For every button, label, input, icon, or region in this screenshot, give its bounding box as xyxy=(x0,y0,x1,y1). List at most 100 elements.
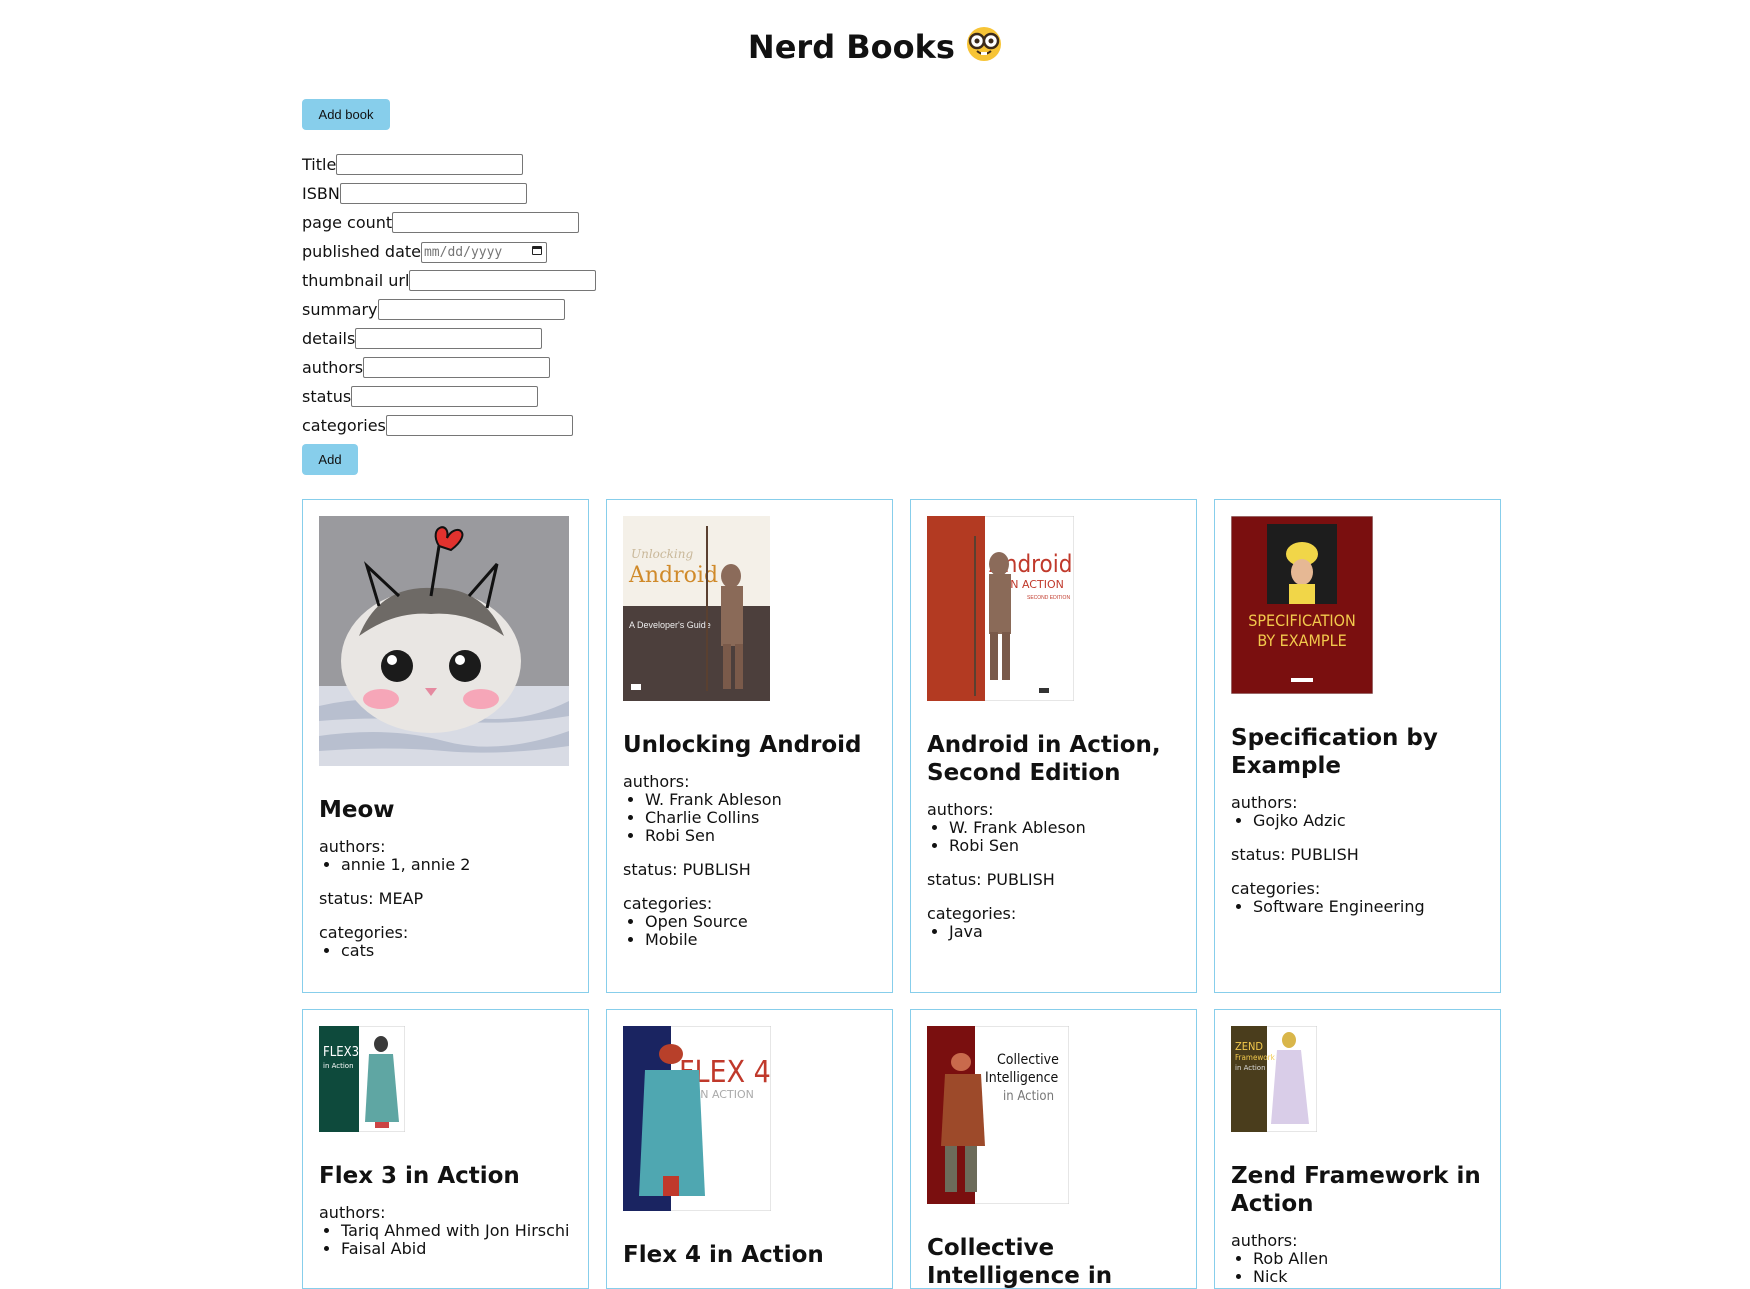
status-label: status xyxy=(302,387,352,406)
published-date-input[interactable] xyxy=(420,241,547,263)
author-item: Nick xyxy=(1253,1268,1484,1286)
book-title: Specification by Example xyxy=(1231,725,1438,779)
status-input[interactable] xyxy=(351,386,539,407)
form-row-status: status xyxy=(302,382,596,411)
svg-text:BY EXAMPLE: BY EXAMPLE xyxy=(1257,631,1346,650)
page-count-input[interactable] xyxy=(392,212,580,233)
svg-text:SECOND EDITION: SECOND EDITION xyxy=(1027,595,1070,601)
book-cover-image: FLEX3 in Action xyxy=(318,1025,572,1136)
category-item: Software Engineering xyxy=(1253,898,1484,916)
book-cover-image: Unlocking Android A Developer's Guide xyxy=(622,515,876,705)
svg-text:in Action: in Action xyxy=(1003,1089,1054,1104)
author-item: annie 1, annie 2 xyxy=(341,856,572,874)
authors-heading: authors: xyxy=(927,800,994,819)
book-cover-image xyxy=(319,516,572,770)
categories-input[interactable] xyxy=(385,415,573,436)
nerd-face-icon xyxy=(967,27,1002,61)
authors-heading: authors: xyxy=(319,1203,386,1222)
published-date-wrap xyxy=(420,241,547,263)
author-item: Robi Sen xyxy=(949,837,1180,855)
authors-list: W. Frank AblesonRobi Sen xyxy=(927,819,1180,855)
book-title: Meow xyxy=(319,797,395,823)
author-item: Robi Sen xyxy=(645,827,876,845)
thumbnail-url-input[interactable] xyxy=(409,270,597,291)
details-label: details xyxy=(302,329,356,348)
isbn-input[interactable] xyxy=(339,183,527,204)
author-item: W. Frank Ableson xyxy=(645,791,876,809)
form-row-page-count: page count xyxy=(302,208,596,237)
add-button[interactable]: Add xyxy=(302,444,358,475)
title-label: Title xyxy=(302,155,337,174)
form-row-details: details xyxy=(302,324,596,353)
page-count-label: page count xyxy=(302,213,393,232)
details-input[interactable] xyxy=(355,328,543,349)
categories-list: cats xyxy=(319,942,572,960)
cover-text: Unlocking xyxy=(631,547,693,561)
add-book-button[interactable]: Add book xyxy=(302,99,390,130)
book-title: Flex 4 in Action xyxy=(623,1242,824,1268)
book-status: status: PUBLISH xyxy=(1231,845,1359,864)
book-title: Android in Action, Second Edition xyxy=(927,732,1161,786)
form-row-isbn: ISBN xyxy=(302,179,596,208)
book-card: Android IN ACTION SECOND EDITION Android… xyxy=(910,499,1197,993)
category-item: cats xyxy=(341,942,572,960)
book-card: FLEX 4 IN ACTION Flex 4 in Action xyxy=(606,1009,893,1289)
category-item: Mobile xyxy=(645,931,876,949)
authors-list: Rob AllenNick xyxy=(1231,1250,1484,1286)
calendar-icon[interactable] xyxy=(531,245,542,255)
svg-text:Collective: Collective xyxy=(997,1052,1059,1068)
category-item: Java xyxy=(949,923,1180,941)
book-cover-image: FLEX 4 IN ACTION xyxy=(622,1025,876,1215)
book-cover-image: Collective Intelligence in Action xyxy=(926,1025,1180,1208)
author-item: Rob Allen xyxy=(1253,1250,1484,1268)
page-title: Nerd Books xyxy=(0,26,1750,66)
form-row-summary: summary xyxy=(302,295,596,324)
author-item: Gojko Adzic xyxy=(1253,812,1484,830)
svg-text:Intelligence: Intelligence xyxy=(985,1070,1059,1086)
categories-list: Java xyxy=(927,923,1180,941)
svg-text:SPECIFICATION: SPECIFICATION xyxy=(1248,611,1356,630)
book-card: SPECIFICATION BY EXAMPLE Specification b… xyxy=(1214,499,1501,993)
authors-input[interactable] xyxy=(363,357,551,378)
categories-heading: categories: xyxy=(1231,879,1321,898)
author-item: Charlie Collins xyxy=(645,809,876,827)
authors-label: authors xyxy=(302,358,364,377)
summary-input[interactable] xyxy=(377,299,565,320)
summary-label: summary xyxy=(302,300,378,319)
book-card: ZEND Framework in Action Zend Framework … xyxy=(1214,1009,1501,1289)
book-card: Meow authors:annie 1, annie 2 status: MEAP… xyxy=(302,499,589,993)
svg-text:A Developer's Guide: A Developer's Guide xyxy=(629,620,711,630)
authors-list: annie 1, annie 2 xyxy=(319,856,572,874)
title-input[interactable] xyxy=(336,154,524,175)
book-title: Zend Framework in Action xyxy=(1231,1163,1481,1217)
author-item: Faisal Abid xyxy=(341,1240,572,1258)
book-status: status: PUBLISH xyxy=(623,860,751,879)
authors-heading: authors: xyxy=(1231,1231,1298,1250)
categories-list: Software Engineering xyxy=(1231,898,1484,916)
svg-text:FLEX3: FLEX3 xyxy=(323,1045,359,1060)
categories-heading: categories: xyxy=(623,894,713,913)
categories-list: Open SourceMobile xyxy=(623,913,876,949)
authors-list: W. Frank AblesonCharlie CollinsRobi Sen xyxy=(623,791,876,845)
svg-text:in Action: in Action xyxy=(323,1062,354,1070)
book-card: FLEX3 in Action Flex 3 in Action authors:… xyxy=(302,1009,589,1289)
form-row-categories: categories xyxy=(302,411,596,440)
authors-heading: authors: xyxy=(319,837,386,856)
book-status: status: PUBLISH xyxy=(927,870,1055,889)
published-date-label: published date xyxy=(302,242,421,261)
categories-label: categories xyxy=(302,416,386,435)
categories-heading: categories: xyxy=(927,904,1017,923)
svg-text:ZEND: ZEND xyxy=(1235,1040,1263,1053)
authors-heading: authors: xyxy=(623,772,690,791)
book-card: Collective Intelligence in Action Collec… xyxy=(910,1009,1197,1289)
book-title: Flex 3 in Action xyxy=(319,1163,520,1189)
book-cover-image: Android IN ACTION SECOND EDITION xyxy=(926,515,1180,705)
form-row-authors: authors xyxy=(302,353,596,382)
thumbnail-url-label: thumbnail url xyxy=(302,271,410,290)
svg-text:Framework: Framework xyxy=(1235,1053,1276,1062)
authors-list: Gojko Adzic xyxy=(1231,812,1484,830)
svg-text:IN ACTION: IN ACTION xyxy=(697,1088,754,1101)
book-title: Unlocking Android xyxy=(623,732,862,758)
authors-list: Tariq Ahmed with Jon HirschiFaisal Abid xyxy=(319,1222,572,1258)
form-row-title: Title xyxy=(302,150,596,179)
